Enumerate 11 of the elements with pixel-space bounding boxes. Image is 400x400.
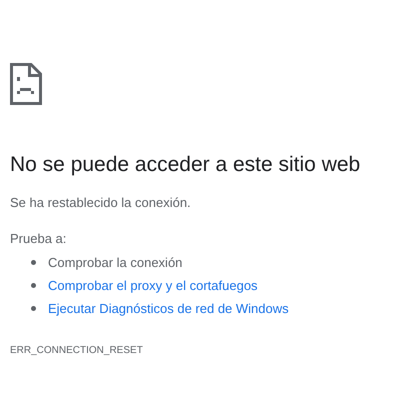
bullet bbox=[31, 283, 36, 288]
error-message: Se ha restablecido la conexión. bbox=[10, 194, 191, 212]
sad-page-icon bbox=[10, 63, 42, 105]
suggestion-link[interactable]: Ejecutar Diagnósticos de red de Windows bbox=[48, 298, 289, 318]
error-heading: No se puede acceder a este sitio web bbox=[10, 152, 360, 178]
bullet bbox=[31, 306, 36, 311]
error-code: ERR_CONNECTION_RESET bbox=[10, 344, 143, 358]
suggestion-text: Comprobar la conexión bbox=[48, 254, 182, 272]
suggestions-label: Prueba a: bbox=[10, 230, 66, 248]
bullet bbox=[31, 260, 36, 265]
suggestion-link[interactable]: Comprobar el proxy y el cortafuegos bbox=[48, 276, 258, 296]
